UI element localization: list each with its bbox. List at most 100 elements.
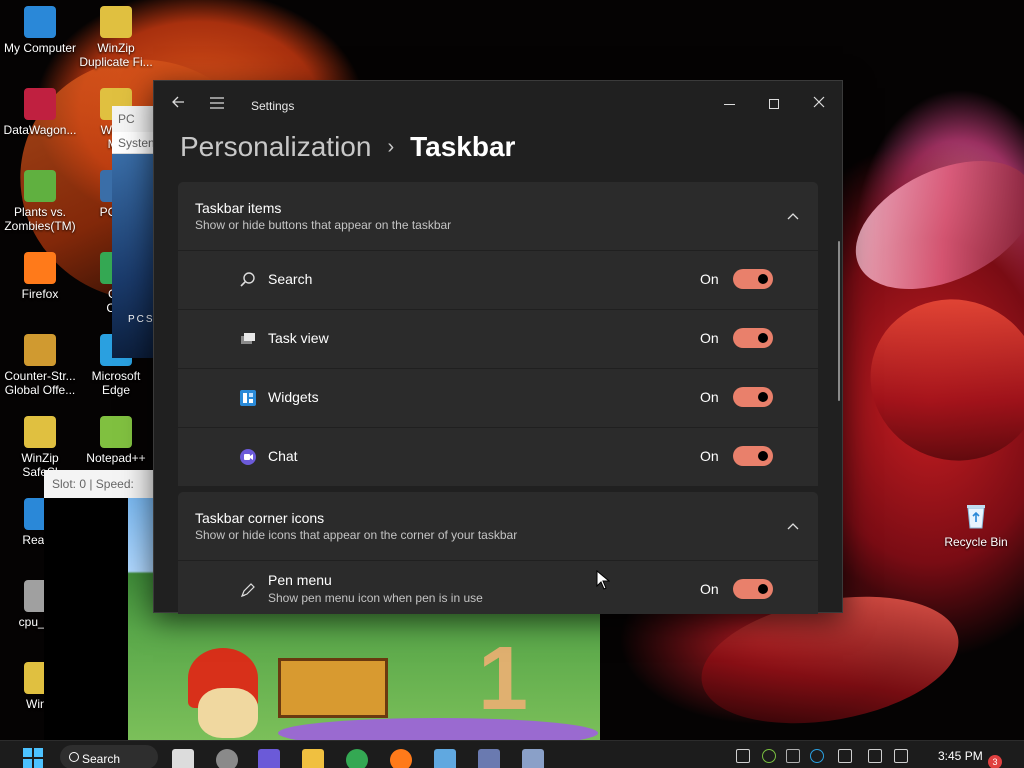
pcsx-banner: PCSX bbox=[112, 154, 154, 358]
chevron-up-icon[interactable] bbox=[782, 516, 804, 538]
toggle-knob bbox=[758, 392, 768, 402]
scrollbar[interactable] bbox=[838, 241, 840, 401]
section-title: Taskbar items bbox=[195, 200, 282, 216]
task-view-icon bbox=[241, 333, 255, 344]
desktop-icon-recycle-bin[interactable]: Recycle Bin bbox=[936, 500, 1016, 549]
toggle-state-text: On bbox=[700, 581, 719, 597]
section-description: Show or hide buttons that appear on the … bbox=[195, 218, 452, 232]
taskbar: Search 3:45 PM 3 bbox=[0, 740, 1024, 768]
settings-content[interactable]: Taskbar items Show or hide buttons that … bbox=[178, 182, 818, 614]
widgets-icon[interactable] bbox=[216, 749, 238, 768]
volume-icon[interactable] bbox=[894, 749, 908, 763]
recycle-bin-icon bbox=[967, 505, 985, 529]
widgets-toggle[interactable] bbox=[733, 387, 773, 407]
monitor-icon bbox=[24, 6, 56, 38]
file-explorer-icon[interactable] bbox=[302, 749, 324, 768]
close-button[interactable] bbox=[796, 87, 842, 121]
windows-start-icon[interactable] bbox=[22, 747, 44, 768]
maximize-button[interactable] bbox=[751, 87, 797, 121]
firefox-icon[interactable] bbox=[390, 749, 412, 768]
game-path bbox=[278, 718, 598, 742]
chat-toggle[interactable] bbox=[733, 446, 773, 466]
winzip-icon bbox=[24, 416, 56, 448]
pcsx-icon[interactable] bbox=[478, 749, 500, 768]
notepad-icon[interactable] bbox=[434, 749, 456, 768]
csgo-icon bbox=[24, 334, 56, 366]
desktop-icon[interactable]: My Computer bbox=[0, 6, 80, 55]
setting-sublabel: Show pen menu icon when pen is in use bbox=[268, 591, 483, 605]
emulator-status-bar: Slot: 0 | Speed: bbox=[44, 470, 154, 498]
section-taskbar-items-header[interactable]: Taskbar items Show or hide buttons that … bbox=[178, 182, 818, 250]
network-app-icon[interactable] bbox=[786, 749, 800, 763]
section-title: Taskbar corner icons bbox=[195, 510, 325, 526]
settings-window: Settings Personalization › Taskbar Taskb… bbox=[153, 80, 843, 614]
game-character-face bbox=[198, 688, 258, 738]
search-icon bbox=[69, 752, 79, 762]
taskbar-search[interactable]: Search bbox=[60, 745, 158, 768]
pcsx-window[interactable]: PC Systen PCSX bbox=[112, 106, 154, 358]
setting-row-widgets[interactable]: Widgets On bbox=[178, 369, 818, 427]
keyboard-icon[interactable] bbox=[838, 749, 852, 763]
desktop-icon-label: My Computer bbox=[3, 41, 77, 55]
pen-menu-toggle[interactable] bbox=[733, 579, 773, 599]
chrome-icon[interactable] bbox=[346, 749, 368, 768]
setting-row-pen-menu[interactable]: Pen menu Show pen menu icon when pen is … bbox=[178, 561, 818, 614]
desktop-icon-label: Firefox bbox=[21, 287, 59, 301]
display-icon[interactable] bbox=[868, 749, 882, 763]
setting-label: Widgets bbox=[268, 389, 319, 405]
arrow-left-icon bbox=[172, 96, 184, 108]
desktop-icon[interactable]: DataWagon... bbox=[0, 88, 80, 137]
toggle-state-text: On bbox=[700, 389, 719, 405]
edge-icon[interactable] bbox=[810, 749, 824, 763]
setting-row-search[interactable]: Search On bbox=[178, 251, 818, 309]
notification-badge[interactable]: 3 bbox=[988, 755, 1002, 768]
chevron-up-icon[interactable] bbox=[736, 749, 750, 763]
taskbar-search-label: Search bbox=[82, 752, 121, 766]
breadcrumb-personalization[interactable]: Personalization bbox=[180, 131, 371, 163]
desktop-icon[interactable]: Plants vs. Zombies(TM) bbox=[0, 170, 80, 233]
task-view-toggle[interactable] bbox=[733, 328, 773, 348]
settings-icon[interactable] bbox=[522, 749, 544, 768]
firefox-icon bbox=[24, 252, 56, 284]
app-title: Settings bbox=[251, 99, 295, 113]
toggle-knob bbox=[758, 451, 768, 461]
desktop-icon-label: Plants vs. Zombies(TM) bbox=[4, 205, 76, 233]
maximize-icon bbox=[769, 99, 779, 110]
minimize-button[interactable] bbox=[706, 87, 752, 121]
desktop-icon[interactable]: Notepad++ bbox=[76, 416, 156, 465]
section-corner-icons-header[interactable]: Taskbar corner icons Show or hide icons … bbox=[178, 492, 818, 560]
pen-icon bbox=[240, 583, 255, 598]
clock[interactable]: 3:45 PM bbox=[938, 749, 983, 763]
chat-icon bbox=[240, 449, 256, 465]
setting-row-task-view[interactable]: Task view On bbox=[178, 310, 818, 368]
desktop-icon[interactable]: Counter-Str... Global Offe... bbox=[0, 334, 80, 397]
setting-label: Task view bbox=[268, 330, 329, 346]
setting-row-chat[interactable]: Chat On bbox=[178, 428, 818, 486]
game-number: 1 bbox=[478, 629, 529, 729]
search-toggle[interactable] bbox=[733, 269, 773, 289]
desktop-icon-label: Recycle Bin bbox=[944, 535, 1008, 549]
chevron-up-icon[interactable] bbox=[782, 206, 804, 228]
mouse-cursor bbox=[596, 570, 610, 590]
desktop-icon-label: WinZip Duplicate Fi... bbox=[79, 41, 153, 69]
task-view-icon[interactable] bbox=[172, 749, 194, 768]
winzip-icon bbox=[100, 6, 132, 38]
back-button[interactable] bbox=[164, 91, 192, 119]
title-bar[interactable]: Settings bbox=[154, 81, 842, 131]
setting-label: Chat bbox=[268, 448, 298, 464]
game-icon bbox=[24, 170, 56, 202]
toggle-knob bbox=[758, 584, 768, 594]
desktop-icon[interactable]: WinZip Duplicate Fi... bbox=[76, 6, 156, 69]
desktop-icon[interactable]: Firefox bbox=[0, 252, 80, 301]
notepad-icon bbox=[100, 416, 132, 448]
hamburger-icon bbox=[210, 97, 224, 109]
toggle-knob bbox=[758, 333, 768, 343]
minimize-icon bbox=[723, 103, 735, 105]
toggle-state-text: On bbox=[700, 448, 719, 464]
section-description: Show or hide icons that appear on the co… bbox=[195, 528, 518, 542]
utorrent-icon[interactable] bbox=[762, 749, 776, 763]
breadcrumb: Personalization › Taskbar bbox=[180, 129, 515, 165]
pcsx-system-menu[interactable]: Systen bbox=[112, 132, 154, 154]
navigation-menu-button[interactable] bbox=[203, 91, 231, 119]
chat-icon[interactable] bbox=[258, 749, 280, 768]
